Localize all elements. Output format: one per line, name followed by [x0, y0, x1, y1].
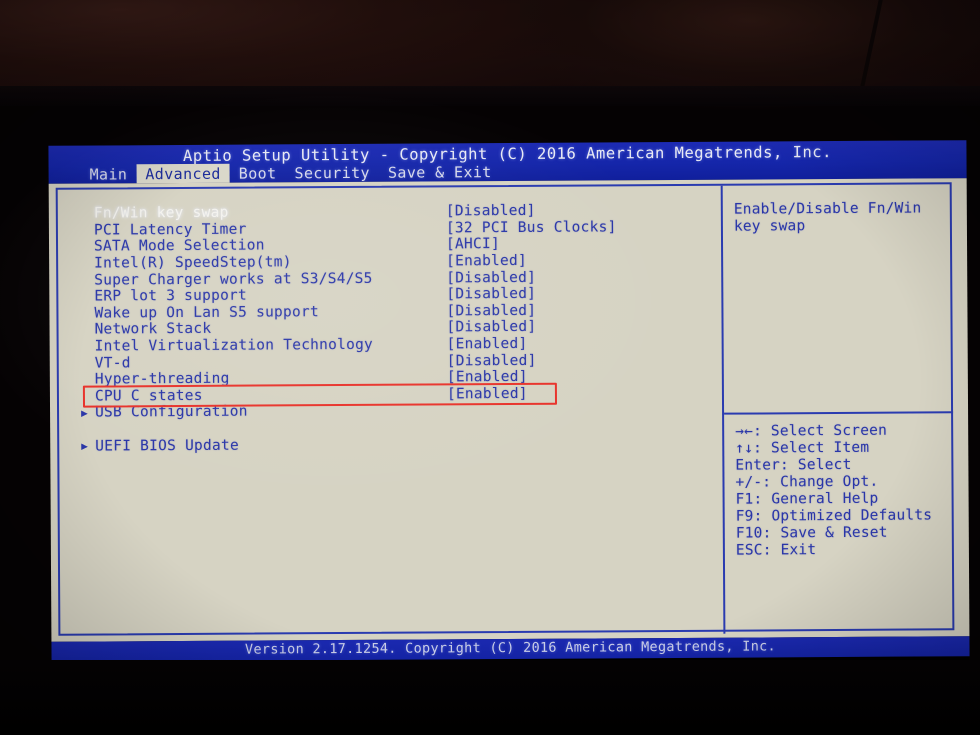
- legend-item: →←: Select Screen: [735, 422, 888, 440]
- setting-label: SATA Mode Selection: [93, 237, 265, 256]
- setting-value[interactable]: [32 PCI Bus Clocks]: [446, 219, 617, 236]
- setting-label: VT-d: [94, 354, 131, 372]
- tab-save-exit[interactable]: Save & Exit: [379, 162, 501, 182]
- key-legend: →←: Select Screen ↑↓: Select Item Enter: S…: [735, 422, 956, 559]
- setting-label: Network Stack: [94, 321, 212, 338]
- legend-item: F9: Optimized Defaults: [735, 507, 933, 525]
- setting-value[interactable]: [Enabled]: [447, 369, 528, 385]
- setup-body: Fn/Win key swap [Disabled] PCI Latency Tim…: [48, 178, 970, 642]
- legend-item: F10: Save & Reset: [735, 524, 888, 542]
- legend-item: Enter: Select: [735, 456, 852, 474]
- help-text: Enable/Disable Fn/Win key swap: [733, 200, 922, 235]
- setting-label: UEFI BIOS Update: [95, 437, 239, 455]
- tab-label: Advanced: [145, 164, 221, 183]
- settings-list[interactable]: Fn/Win key swap [Disabled] PCI Latency Tim…: [80, 202, 702, 455]
- setting-label: Intel Virtualization Technology: [94, 336, 374, 355]
- title-bar: Aptio Setup Utility - Copyright (C) 2016…: [48, 140, 967, 184]
- settings-row[interactable]: ▶ UEFI BIOS Update: [81, 434, 701, 454]
- setting-value[interactable]: [Enabled]: [447, 336, 528, 352]
- setting-value[interactable]: [Disabled]: [446, 319, 536, 336]
- setting-value[interactable]: [AHCI]: [446, 237, 500, 253]
- setting-value[interactable]: [Enabled]: [446, 253, 527, 269]
- lower-dark-area: [0, 660, 980, 735]
- horizontal-divider: [724, 411, 954, 415]
- content-panel: Fn/Win key swap [Disabled] PCI Latency Tim…: [55, 182, 956, 636]
- setting-label: Super Charger works at S3/S4/S5: [94, 270, 373, 289]
- submenu-arrow-icon: ▶: [81, 406, 88, 420]
- setting-label: Intel(R) SpeedStep(tm): [94, 254, 292, 272]
- tab-main[interactable]: Main: [81, 164, 137, 183]
- setting-value[interactable]: [Disabled]: [446, 303, 536, 320]
- tab-label: Main: [89, 164, 128, 184]
- setting-label: Wake up On Lan S5 support: [94, 304, 319, 322]
- vertical-divider: [720, 185, 726, 634]
- setting-label: Hyper-threading: [94, 370, 230, 388]
- submenu-arrow-icon: ▶: [81, 439, 88, 453]
- tab-security[interactable]: Security: [285, 163, 379, 183]
- setting-label: Fn/Win key swap: [93, 205, 229, 222]
- legend-item: ↑↓: Select Item: [735, 439, 870, 457]
- legend-item: +/-: Change Opt.: [735, 473, 879, 491]
- tab-boot[interactable]: Boot: [230, 163, 286, 182]
- setting-value[interactable]: [Disabled]: [446, 203, 536, 220]
- setting-value[interactable]: [Disabled]: [446, 286, 536, 303]
- tab-label: Save & Exit: [387, 162, 492, 182]
- legend-item: F1: General Help: [735, 490, 879, 508]
- setting-label: CPU C states: [94, 387, 203, 405]
- setting-label: USB Configuration: [95, 404, 248, 421]
- version-text: Version 2.17.1254. Copyright (C) 2016 Am…: [244, 638, 777, 658]
- bios-screen: Aptio Setup Utility - Copyright (C) 2016…: [48, 140, 970, 666]
- tab-label: Security: [294, 163, 371, 182]
- photograph-of-monitor: Aptio Setup Utility - Copyright (C) 2016…: [0, 0, 980, 735]
- footer-bar: Version 2.17.1254. Copyright (C) 2016 Am…: [51, 636, 970, 662]
- tab-advanced[interactable]: Advanced: [136, 163, 230, 184]
- setting-label: ERP lot 3 support: [94, 287, 248, 305]
- setting-label: PCI Latency Timer: [93, 221, 247, 239]
- setting-value[interactable]: [Disabled]: [446, 270, 536, 287]
- setting-value[interactable]: [Disabled]: [447, 352, 537, 369]
- tab-label: Boot: [238, 163, 277, 183]
- legend-item: ESC: Exit: [735, 542, 817, 559]
- page-title: Aptio Setup Utility - Copyright (C) 2016…: [182, 143, 832, 165]
- monitor-bezel: [0, 86, 980, 106]
- setting-value[interactable]: [Enabled]: [447, 386, 528, 402]
